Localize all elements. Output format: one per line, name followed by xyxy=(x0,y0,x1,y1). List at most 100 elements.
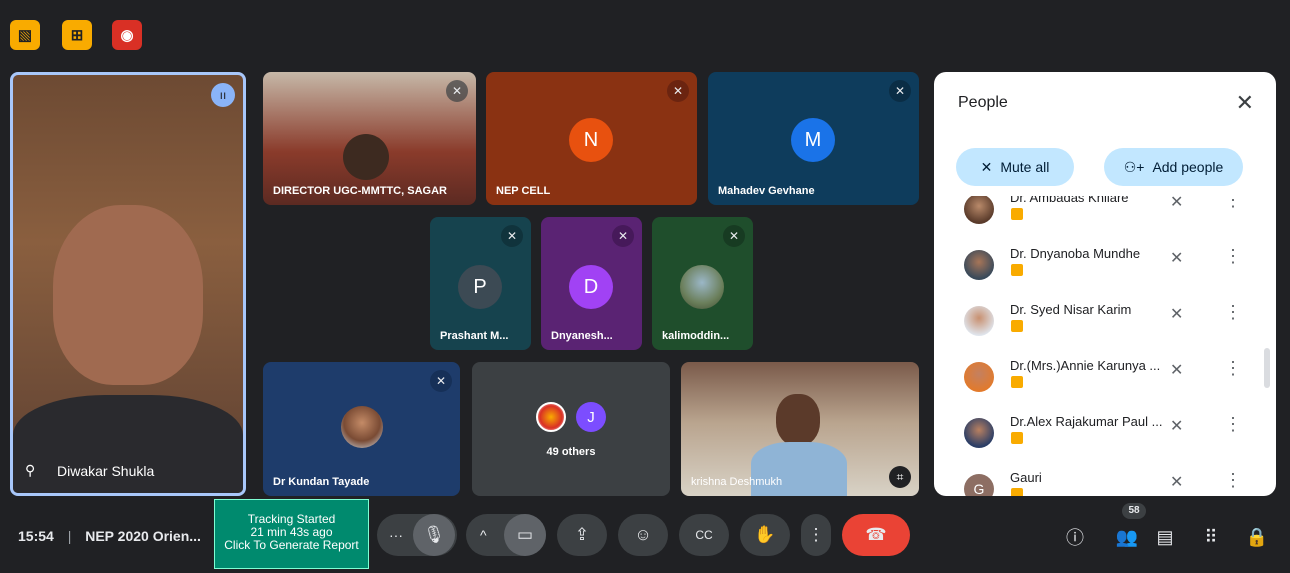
separator: | xyxy=(67,528,72,544)
tile-director[interactable]: ✕ DIRECTOR UGC-MMTTC, SAGAR xyxy=(263,72,476,205)
meeting-info: 15:54 | NEP 2020 Orien... xyxy=(18,528,201,544)
people-button[interactable]: 👥 xyxy=(1112,522,1142,552)
more-vert-icon[interactable]: ⋮ xyxy=(1224,414,1242,435)
mic-off-icon: ✕ xyxy=(1170,250,1184,267)
tile-krishna[interactable]: krishna Deshmukh ⌗ xyxy=(681,362,919,496)
add-people-button[interactable]: ⚇+ Add people xyxy=(1104,148,1243,186)
mic-off-icon: ✕ xyxy=(612,225,634,247)
crop-icon[interactable]: ⌗ xyxy=(889,466,911,488)
host-badge-icon xyxy=(1011,320,1023,332)
avatar: N xyxy=(569,118,613,162)
add-people-label: Add people xyxy=(1152,159,1224,175)
mic-off-icon: ✕ xyxy=(501,225,523,247)
present-icon: ⇪ xyxy=(574,525,590,544)
tracking-report-button[interactable]: Tracking Started 21 min 43s ago Click To… xyxy=(214,499,369,569)
reactions-button[interactable]: ☺ xyxy=(618,514,668,556)
close-icon[interactable]: ✕ xyxy=(1236,90,1254,116)
host-badge-icon xyxy=(1011,208,1023,220)
tile-nep-cell[interactable]: N ✕ NEP CELL xyxy=(486,72,697,205)
avatar xyxy=(964,250,994,280)
microphone-button[interactable]: 🎙 xyxy=(413,514,455,556)
scrollbar[interactable] xyxy=(1264,348,1270,388)
tile-others[interactable]: J 49 others xyxy=(472,362,670,496)
lock-icon: 🔒 xyxy=(1245,526,1269,547)
activities-button[interactable]: ⠿ xyxy=(1196,522,1226,552)
chat-button[interactable]: ▤ xyxy=(1150,522,1180,552)
mute-all-label: Mute all xyxy=(1000,159,1050,175)
camera-button[interactable]: ▭ xyxy=(504,514,546,556)
more-vert-icon: ⋮ xyxy=(807,525,825,544)
list-item[interactable]: Dr. Syed Nisar Karim ✕ ⋮ xyxy=(934,298,1276,354)
record-icon[interactable]: ◉ xyxy=(112,20,142,50)
tile-name: Dr Kundan Tayade xyxy=(273,476,370,488)
tile-kundan[interactable]: ✕ Dr Kundan Tayade xyxy=(263,362,460,496)
present-button[interactable]: ⇪ xyxy=(557,514,607,556)
pin-icon[interactable]: ⚲ xyxy=(25,462,35,479)
avatar xyxy=(964,362,994,392)
raise-hand-button[interactable]: ✋ xyxy=(740,514,790,556)
emoji-icon: ☺ xyxy=(634,525,652,544)
tile-name: NEP CELL xyxy=(496,185,551,197)
tile-kalimoddin[interactable]: ✕ kalimoddin... xyxy=(652,217,753,350)
apps-icon: ⠿ xyxy=(1204,526,1218,547)
avatar-logo xyxy=(536,402,566,432)
people-icon: 👥 xyxy=(1115,526,1139,547)
avatar: P xyxy=(458,265,502,309)
people-count-badge: 58 xyxy=(1122,503,1146,519)
mic-off-icon: ✕ xyxy=(723,225,745,247)
meeting-details-button[interactable]: ⓘ xyxy=(1060,522,1090,552)
host-controls-button[interactable]: 🔒 xyxy=(1242,522,1272,552)
host-badge-icon xyxy=(1011,432,1023,444)
list-item[interactable]: Dr. Ambadas Khilare ✕ ⋮ xyxy=(934,196,1276,242)
list-item[interactable]: Dr. Dnyanoba Mundhe ✕ ⋮ xyxy=(934,242,1276,298)
extension-icon-2[interactable]: ⊞ xyxy=(62,20,92,50)
host-badge-icon xyxy=(1011,264,1023,276)
tile-name: Dnyanesh... xyxy=(551,330,613,342)
panel-title: People xyxy=(958,94,1008,111)
avatar: D xyxy=(569,265,613,309)
list-item[interactable]: Dr.Alex Rajakumar Paul ... ✕ ⋮ xyxy=(934,410,1276,466)
more-vert-icon[interactable]: ⋮ xyxy=(1224,246,1242,267)
mute-all-button[interactable]: ✕ Mute all xyxy=(956,148,1074,186)
tile-name: kalimoddin... xyxy=(662,330,730,342)
speaking-icon: ıı xyxy=(211,83,235,107)
tile-mahadev[interactable]: M ✕ Mahadev Gevhane xyxy=(708,72,919,205)
speaker-name: Diwakar Shukla xyxy=(57,463,155,479)
more-vert-icon[interactable]: ⋮ xyxy=(1224,196,1242,211)
camera-icon: ▭ xyxy=(516,525,534,544)
avatar: J xyxy=(576,402,606,432)
tracking-line-3: Click To Generate Report xyxy=(224,538,359,552)
captions-icon: CC xyxy=(695,528,713,542)
person-name: Dr.Alex Rajakumar Paul ... xyxy=(1010,414,1163,429)
tile-dnyanesh[interactable]: D ✕ Dnyanesh... xyxy=(541,217,642,350)
captions-button[interactable]: CC xyxy=(679,514,729,556)
mic-off-icon: ✕ xyxy=(889,80,911,102)
avatar xyxy=(964,418,994,448)
director-figure xyxy=(343,134,389,180)
tile-prashant[interactable]: P ✕ Prashant M... xyxy=(430,217,531,350)
meet-stage: ▧ ⊞ ◉ ıı ⚲ Diwakar Shukla ✕ DIRECTOR UGC… xyxy=(0,0,1290,573)
more-vert-icon[interactable]: ⋮ xyxy=(1224,470,1242,491)
people-list: Dr. Ambadas Khilare ✕ ⋮ Dr. Dnyanoba Mun… xyxy=(934,196,1276,496)
list-item[interactable]: Dr.(Mrs.)Annie Karunya ... ✕ ⋮ xyxy=(934,354,1276,410)
extension-icon-1[interactable]: ▧ xyxy=(10,20,40,50)
mic-off-icon: ✕ xyxy=(980,158,993,175)
speaker-face xyxy=(53,205,203,385)
list-item[interactable]: G Gauri ✕ ⋮ xyxy=(934,466,1276,496)
leave-call-button[interactable]: ☎ xyxy=(842,514,910,556)
more-dots: ··· xyxy=(389,527,403,543)
mic-off-icon: ✕ xyxy=(1170,474,1184,491)
avatar xyxy=(964,306,994,336)
hand-icon: ✋ xyxy=(754,525,776,544)
mic-off-icon: ✕ xyxy=(1170,362,1184,379)
avatar-photo xyxy=(341,406,383,448)
person-name: Gauri xyxy=(1010,470,1042,485)
microphone-icon: 🎙 xyxy=(423,525,445,544)
more-options-button[interactable]: ⋮ xyxy=(801,514,831,556)
more-vert-icon[interactable]: ⋮ xyxy=(1224,302,1242,323)
host-badge-icon xyxy=(1011,376,1023,388)
speaker-tile[interactable]: ıı ⚲ Diwakar Shukla xyxy=(10,72,246,496)
people-panel: People ✕ ✕ Mute all ⚇+ Add people Dr. Am… xyxy=(934,72,1276,496)
avatar xyxy=(964,196,994,224)
more-vert-icon[interactable]: ⋮ xyxy=(1224,358,1242,379)
